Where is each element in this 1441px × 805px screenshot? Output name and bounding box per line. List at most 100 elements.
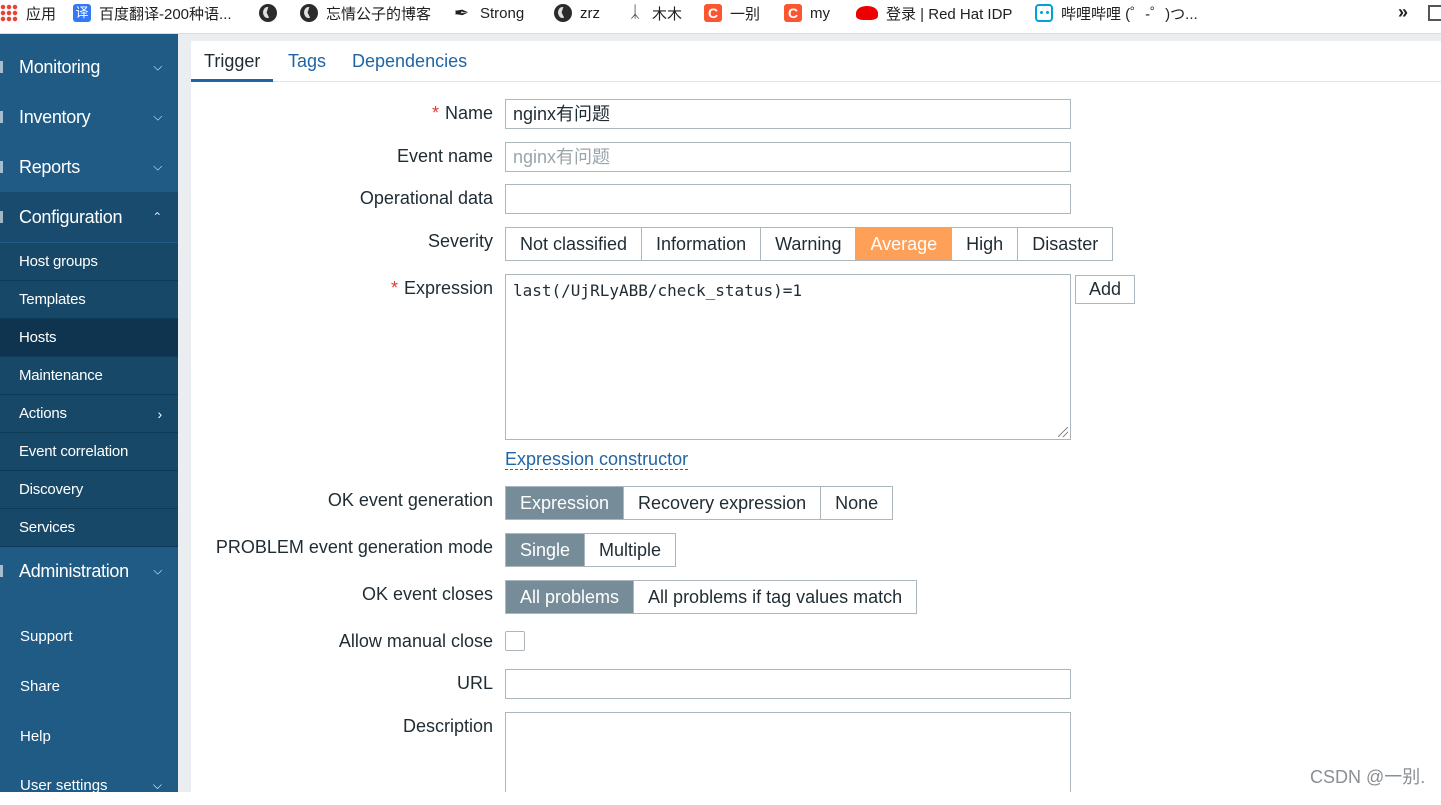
bookmark-mumu[interactable]: ᛣ 木木 bbox=[626, 0, 682, 26]
sidebar-item-help[interactable]: Help bbox=[0, 716, 178, 756]
ok-closes-all-problems[interactable]: All problems bbox=[506, 581, 634, 613]
severity-high[interactable]: High bbox=[951, 228, 1017, 260]
globe-icon bbox=[554, 4, 572, 22]
url-input[interactable] bbox=[505, 669, 1071, 699]
baidu-fanyi-icon: 译 bbox=[73, 4, 91, 22]
chevron-right-icon: › bbox=[157, 405, 163, 422]
ok-gen-none[interactable]: None bbox=[820, 487, 892, 519]
configuration-submenu: Host groups Templates Hosts Maintenance … bbox=[0, 243, 178, 547]
bookmark-baidu-fanyi[interactable]: 译 百度翻译-200种语... bbox=[73, 0, 232, 26]
mumu-icon: ᛣ bbox=[630, 4, 640, 21]
sidebar-item-services[interactable]: Services bbox=[0, 509, 178, 547]
ok-closes-tag-match[interactable]: All problems if tag values match bbox=[633, 581, 916, 613]
nav-marker bbox=[0, 161, 3, 173]
expression-textarea[interactable]: last(/UjRLyABB/check_status)=1 bbox=[505, 274, 1071, 440]
severity-disaster[interactable]: Disaster bbox=[1017, 228, 1112, 260]
main-area: Trigger Tags Dependencies * Name Event na… bbox=[178, 34, 1441, 792]
globe-icon bbox=[259, 4, 277, 22]
problem-mode-label: PROBLEM event generation mode bbox=[215, 537, 493, 557]
sidebar-item-monitoring[interactable]: Monitoring ⌵ bbox=[0, 42, 178, 92]
event-name-input[interactable]: nginx有问题 bbox=[505, 142, 1071, 172]
expression-text: last(/UjRLyABB/check_status)=1 bbox=[513, 281, 802, 300]
trigger-form-card: Trigger Tags Dependencies * Name Event na… bbox=[191, 41, 1441, 792]
sidebar-item-administration[interactable]: Administration ⌵ bbox=[0, 546, 178, 596]
chevron-down-icon: ⌵ bbox=[153, 563, 162, 578]
ok-event-closes-selector: All problems All problems if tag values … bbox=[505, 580, 918, 614]
csdn-icon: C bbox=[784, 4, 802, 22]
resize-handle-icon[interactable] bbox=[1058, 427, 1068, 437]
add-button[interactable]: Add bbox=[1075, 275, 1136, 304]
problem-mode-multiple[interactable]: Multiple bbox=[584, 534, 675, 566]
chevron-down-icon: ⌵ bbox=[153, 109, 162, 124]
expression-constructor-link[interactable]: Expression constructor bbox=[505, 449, 689, 470]
operational-data-input[interactable] bbox=[505, 184, 1071, 214]
description-textarea[interactable] bbox=[505, 712, 1071, 792]
apps-grid-icon bbox=[0, 4, 18, 22]
severity-not-classified[interactable]: Not classified bbox=[506, 228, 641, 260]
severity-warning[interactable]: Warning bbox=[760, 228, 855, 260]
sidebar-item-event-correlation[interactable]: Event correlation bbox=[0, 433, 178, 471]
expression-label: * Expression bbox=[390, 278, 493, 298]
sidebar: Monitoring ⌵ Inventory ⌵ Reports ⌵ Confi… bbox=[0, 34, 178, 794]
bookmark-apps[interactable]: 应用 bbox=[0, 0, 56, 26]
name-label: * Name bbox=[431, 103, 493, 123]
nav-marker bbox=[0, 111, 3, 123]
chevron-up-icon: ⌃ bbox=[152, 210, 162, 224]
bookmark-strong[interactable]: ✒ Strong bbox=[454, 0, 524, 26]
bookmark-zrz[interactable]: zrz bbox=[554, 0, 600, 26]
required-asterisk: * bbox=[431, 103, 439, 123]
severity-average[interactable]: Average bbox=[855, 228, 952, 260]
chevron-down-icon: ⌵ bbox=[153, 159, 162, 174]
bookmark-yibie[interactable]: C 一别 bbox=[704, 0, 760, 26]
severity-label: Severity bbox=[427, 231, 493, 251]
bookmark-blog[interactable]: 忘情公子的博客 bbox=[300, 0, 431, 26]
ok-event-generation-label: OK event generation bbox=[327, 490, 493, 510]
bookmark-redhat[interactable]: 登录 | Red Hat IDP bbox=[856, 0, 1012, 26]
nav-marker bbox=[0, 565, 3, 577]
nav-marker bbox=[0, 61, 3, 73]
sidebar-item-actions[interactable]: Actions › bbox=[0, 395, 178, 433]
sidebar-item-share[interactable]: Share bbox=[0, 666, 178, 706]
sidebar-item-user-settings[interactable]: User settings ⌵ bbox=[0, 765, 178, 805]
problem-mode-selector: Single Multiple bbox=[505, 533, 677, 567]
nav-marker bbox=[0, 211, 3, 223]
sidebar-item-configuration[interactable]: Configuration ⌃ bbox=[0, 192, 178, 242]
bookmark-globe[interactable] bbox=[259, 0, 285, 26]
ok-gen-recovery-expression[interactable]: Recovery expression bbox=[623, 487, 820, 519]
sidebar-item-support[interactable]: Support bbox=[0, 616, 178, 656]
severity-selector: Not classified Information Warning Avera… bbox=[505, 227, 1114, 261]
ok-event-closes-label: OK event closes bbox=[361, 584, 493, 604]
operational-data-label: Operational data bbox=[359, 188, 493, 208]
ok-gen-expression[interactable]: Expression bbox=[506, 487, 624, 519]
bookmarks-more-button[interactable]: » bbox=[1398, 0, 1408, 26]
problem-mode-single[interactable]: Single bbox=[506, 534, 585, 566]
name-input[interactable]: nginx有问题 bbox=[505, 99, 1071, 129]
bookmark-my[interactable]: C my bbox=[784, 0, 830, 26]
sidebar-item-hosts[interactable]: Hosts bbox=[0, 319, 178, 357]
bookmarks-bar: 应用 译 百度翻译-200种语... 忘情公子的博客 ✒ Strong zrz … bbox=[0, 0, 1441, 34]
bookmark-bilibili[interactable]: 哔哩哔哩 (゜-゜)つ... bbox=[1035, 0, 1198, 26]
bilibili-icon bbox=[1035, 4, 1053, 22]
watermark: CSDN @一别. bbox=[1310, 767, 1426, 787]
chevron-down-icon: ⌵ bbox=[152, 777, 162, 792]
sidebar-item-maintenance[interactable]: Maintenance bbox=[0, 357, 178, 395]
event-name-label: Event name bbox=[396, 146, 493, 166]
chevron-down-icon: ⌵ bbox=[153, 59, 162, 74]
url-label: URL bbox=[456, 673, 493, 693]
strong-icon: ✒ bbox=[454, 3, 470, 23]
allow-manual-close-checkbox[interactable] bbox=[505, 631, 525, 651]
sidebar-item-discovery[interactable]: Discovery bbox=[0, 471, 178, 509]
allow-manual-close-label: Allow manual close bbox=[338, 631, 493, 651]
description-label: Description bbox=[402, 716, 493, 736]
sidebar-item-templates[interactable]: Templates bbox=[0, 281, 178, 319]
redhat-icon bbox=[856, 6, 878, 20]
severity-information[interactable]: Information bbox=[641, 228, 760, 260]
sidebar-item-host-groups[interactable]: Host groups bbox=[0, 243, 178, 281]
sidebar-item-reports[interactable]: Reports ⌵ bbox=[0, 142, 178, 192]
sidebar-item-inventory[interactable]: Inventory ⌵ bbox=[0, 92, 178, 142]
csdn-icon: C bbox=[704, 4, 722, 22]
globe-icon bbox=[300, 4, 318, 22]
form-labels: * Name Event name Operational data Severi… bbox=[191, 41, 493, 792]
bookmarks-folder-icon[interactable] bbox=[1428, 5, 1441, 21]
required-asterisk: * bbox=[390, 278, 398, 298]
